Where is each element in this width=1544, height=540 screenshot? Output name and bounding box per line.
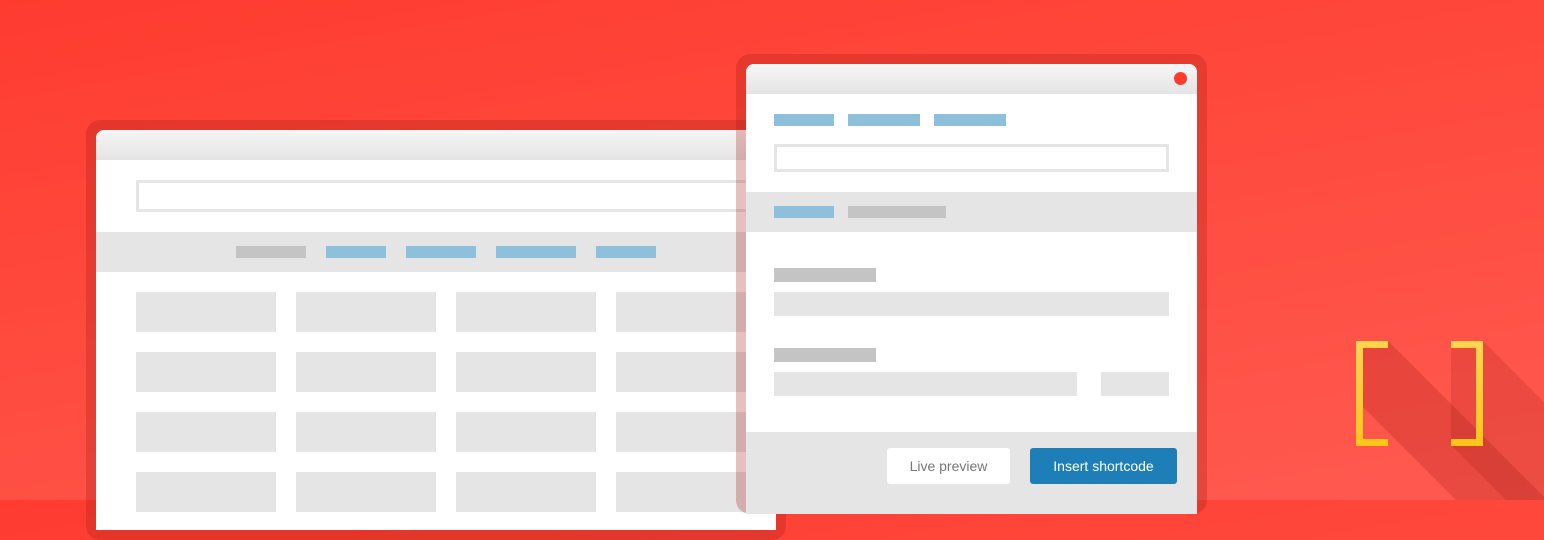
dialog-tab[interactable] [934, 114, 1006, 126]
back-nav-tab[interactable] [596, 246, 656, 258]
back-nav-tab[interactable] [496, 246, 576, 258]
grid-cell [296, 472, 436, 512]
grid-cell [616, 292, 756, 332]
grid-cell [616, 472, 756, 512]
grid-cell [136, 352, 276, 392]
close-icon[interactable] [1174, 72, 1187, 85]
grid-cell [456, 472, 596, 512]
dialog-subtab-active[interactable] [774, 206, 834, 218]
back-search-input[interactable] [136, 180, 776, 212]
field-label [774, 268, 876, 282]
live-preview-button[interactable]: Live preview [887, 448, 1010, 484]
grid-cell [136, 292, 276, 332]
grid-cell [136, 472, 276, 512]
dialog-subtab[interactable] [848, 206, 946, 218]
back-window [96, 130, 776, 530]
grid-cell [456, 352, 596, 392]
grid-cell [456, 292, 596, 332]
field-input[interactable] [774, 292, 1169, 316]
grid-cell [616, 412, 756, 452]
grid-cell [296, 412, 436, 452]
dialog-titlebar [746, 64, 1197, 94]
insert-shortcode-button[interactable]: Insert shortcode [1030, 448, 1177, 484]
grid-cell [616, 352, 756, 392]
grid-cell [136, 412, 276, 452]
dialog-search-input[interactable] [774, 144, 1169, 172]
grid-cell [296, 352, 436, 392]
square-brackets-icon [1356, 341, 1544, 500]
logo [1356, 341, 1544, 500]
field-input[interactable] [774, 372, 1077, 396]
back-nav-tab[interactable] [326, 246, 386, 258]
grid-cell [456, 412, 596, 452]
back-nav-tab-active[interactable] [236, 246, 306, 258]
dialog-tab[interactable] [848, 114, 920, 126]
back-nav-tab[interactable] [406, 246, 476, 258]
back-window-titlebar [96, 130, 776, 160]
grid-cell [296, 292, 436, 332]
shortcode-dialog: Live preview Insert shortcode [746, 64, 1197, 514]
field-label [774, 348, 876, 362]
field-input-small[interactable] [1101, 372, 1169, 396]
dialog-tab[interactable] [774, 114, 834, 126]
